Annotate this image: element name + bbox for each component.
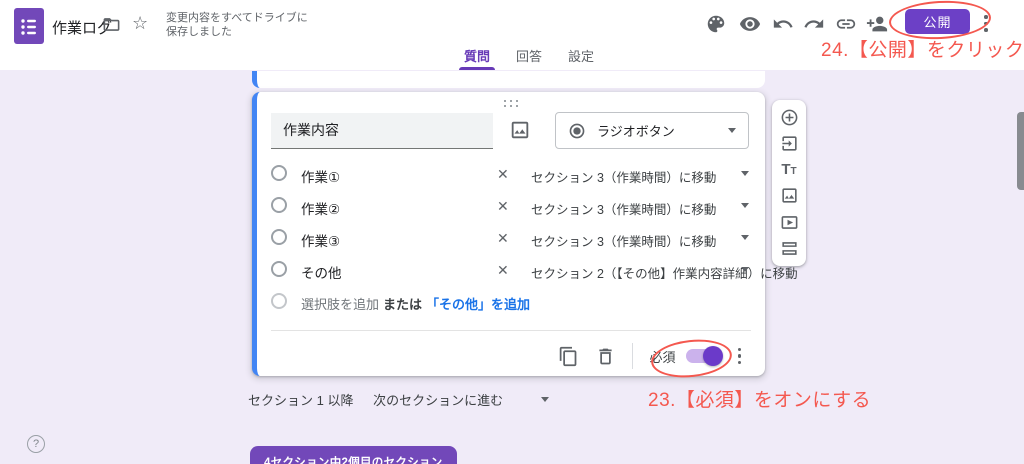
add-title-description-icon[interactable]: TT xyxy=(781,161,796,178)
add-option-row: 選択肢を追加 または 「その他」を追加 xyxy=(257,286,765,318)
publish-button[interactable]: 公開 xyxy=(905,9,970,34)
option-row: 作業① ✕ セクション 3（作業時間）に移動 xyxy=(257,158,765,190)
add-question-icon[interactable] xyxy=(780,108,799,127)
undo-icon[interactable] xyxy=(772,13,794,35)
section-routing-row[interactable]: セクション 1 以降 次のセクションに進む xyxy=(248,390,768,410)
routing-caret-icon[interactable] xyxy=(541,397,549,402)
theme-palette-icon[interactable] xyxy=(705,13,727,35)
remove-option-icon[interactable]: ✕ xyxy=(497,261,509,279)
required-label: 必須 xyxy=(649,349,676,365)
add-image-to-question-icon[interactable] xyxy=(509,119,531,141)
card-footer-toolbar: 必須 xyxy=(257,336,765,376)
duplicate-question-icon[interactable] xyxy=(558,346,579,367)
remove-option-icon[interactable]: ✕ xyxy=(497,197,509,215)
footer-divider xyxy=(632,343,634,369)
save-status: 変更内容をすべてドライブに 保存しました xyxy=(166,12,308,38)
route-caret-icon[interactable] xyxy=(741,203,749,208)
add-video-icon[interactable] xyxy=(780,213,799,232)
question-more-options-icon[interactable] xyxy=(737,347,741,365)
previous-card-stub[interactable] xyxy=(252,71,765,88)
option-radio-icon xyxy=(271,261,287,277)
scrollbar-thumb[interactable] xyxy=(1017,112,1024,190)
tab-settings[interactable]: 設定 xyxy=(563,40,599,70)
tab-responses[interactable]: 回答 xyxy=(511,40,547,70)
delete-question-icon[interactable] xyxy=(595,346,616,367)
tab-questions[interactable]: 質問 xyxy=(459,40,496,70)
add-other-link[interactable]: 「その他」を追加 xyxy=(426,297,530,312)
insert-toolbar: TT xyxy=(772,100,806,266)
move-folder-icon[interactable] xyxy=(102,15,121,34)
redo-icon[interactable] xyxy=(803,13,825,35)
preview-eye-icon[interactable] xyxy=(739,13,761,35)
view-tabs: 質問 回答 設定 xyxy=(459,40,599,70)
option-radio-icon xyxy=(271,293,287,309)
radio-checked-icon xyxy=(569,123,585,138)
option-route-dropdown[interactable]: セクション 3（作業時間）に移動 xyxy=(531,199,716,218)
option-row: 作業② ✕ セクション 3（作業時間）に移動 xyxy=(257,190,765,222)
remove-option-icon[interactable]: ✕ xyxy=(497,165,509,183)
route-caret-icon[interactable] xyxy=(741,235,749,240)
option-row: その他 ✕ セクション 2（【その他】作業内容詳細）に移動 xyxy=(257,254,798,286)
add-option-button[interactable]: 選択肢を追加 xyxy=(301,297,379,312)
option-radio-icon xyxy=(271,197,287,213)
import-questions-icon[interactable] xyxy=(780,134,799,153)
remove-option-icon[interactable]: ✕ xyxy=(497,229,509,247)
drag-handle[interactable] xyxy=(503,99,519,108)
forms-logo-icon[interactable] xyxy=(14,8,44,44)
route-caret-icon[interactable] xyxy=(741,171,749,176)
option-route-dropdown[interactable]: セクション 3（作業時間）に移動 xyxy=(531,167,716,186)
add-image-icon[interactable] xyxy=(780,186,799,205)
question-type-dropdown[interactable]: ラジオボタン xyxy=(555,112,749,149)
app-header: 作業ログ ☆ 変更内容をすべてドライブに 保存しました 公開 質問 回答 設定 xyxy=(0,0,1024,70)
routing-value[interactable]: 次のセクションに進む xyxy=(373,393,503,408)
add-section-icon[interactable] xyxy=(780,239,799,258)
question-title-input[interactable]: 作業内容 xyxy=(271,113,493,149)
copy-link-icon[interactable] xyxy=(835,13,857,35)
question-type-label: ラジオボタン xyxy=(597,124,675,139)
routing-prefix: セクション 1 以降 xyxy=(248,393,354,408)
option-list: 作業① ✕ セクション 3（作業時間）に移動 作業② ✕ セクション 3（作業時… xyxy=(257,158,798,318)
section-position-badge: 4セクション中2個目のセクション xyxy=(250,446,457,464)
star-icon[interactable]: ☆ xyxy=(132,12,148,34)
or-label: または xyxy=(383,297,423,312)
toggle-knob xyxy=(702,346,723,366)
dropdown-caret-icon xyxy=(728,128,736,133)
more-menu-icon[interactable] xyxy=(984,15,988,32)
option-row: 作業③ ✕ セクション 3（作業時間）に移動 xyxy=(257,222,765,254)
route-caret-icon[interactable] xyxy=(741,267,749,272)
option-route-dropdown[interactable]: セクション 3（作業時間）に移動 xyxy=(531,231,716,250)
required-toggle[interactable] xyxy=(685,346,723,366)
add-collaborator-icon[interactable] xyxy=(866,13,888,35)
option-radio-icon xyxy=(271,229,287,245)
card-divider xyxy=(271,330,751,331)
help-icon[interactable]: ? xyxy=(27,435,45,453)
option-route-dropdown[interactable]: セクション 2（【その他】作業内容詳細）に移動 xyxy=(531,263,798,282)
option-radio-icon xyxy=(271,165,287,181)
question-card: 作業内容 ラジオボタン 作業① ✕ セクション 3（作業時間）に移動 作業② ✕… xyxy=(252,92,798,376)
